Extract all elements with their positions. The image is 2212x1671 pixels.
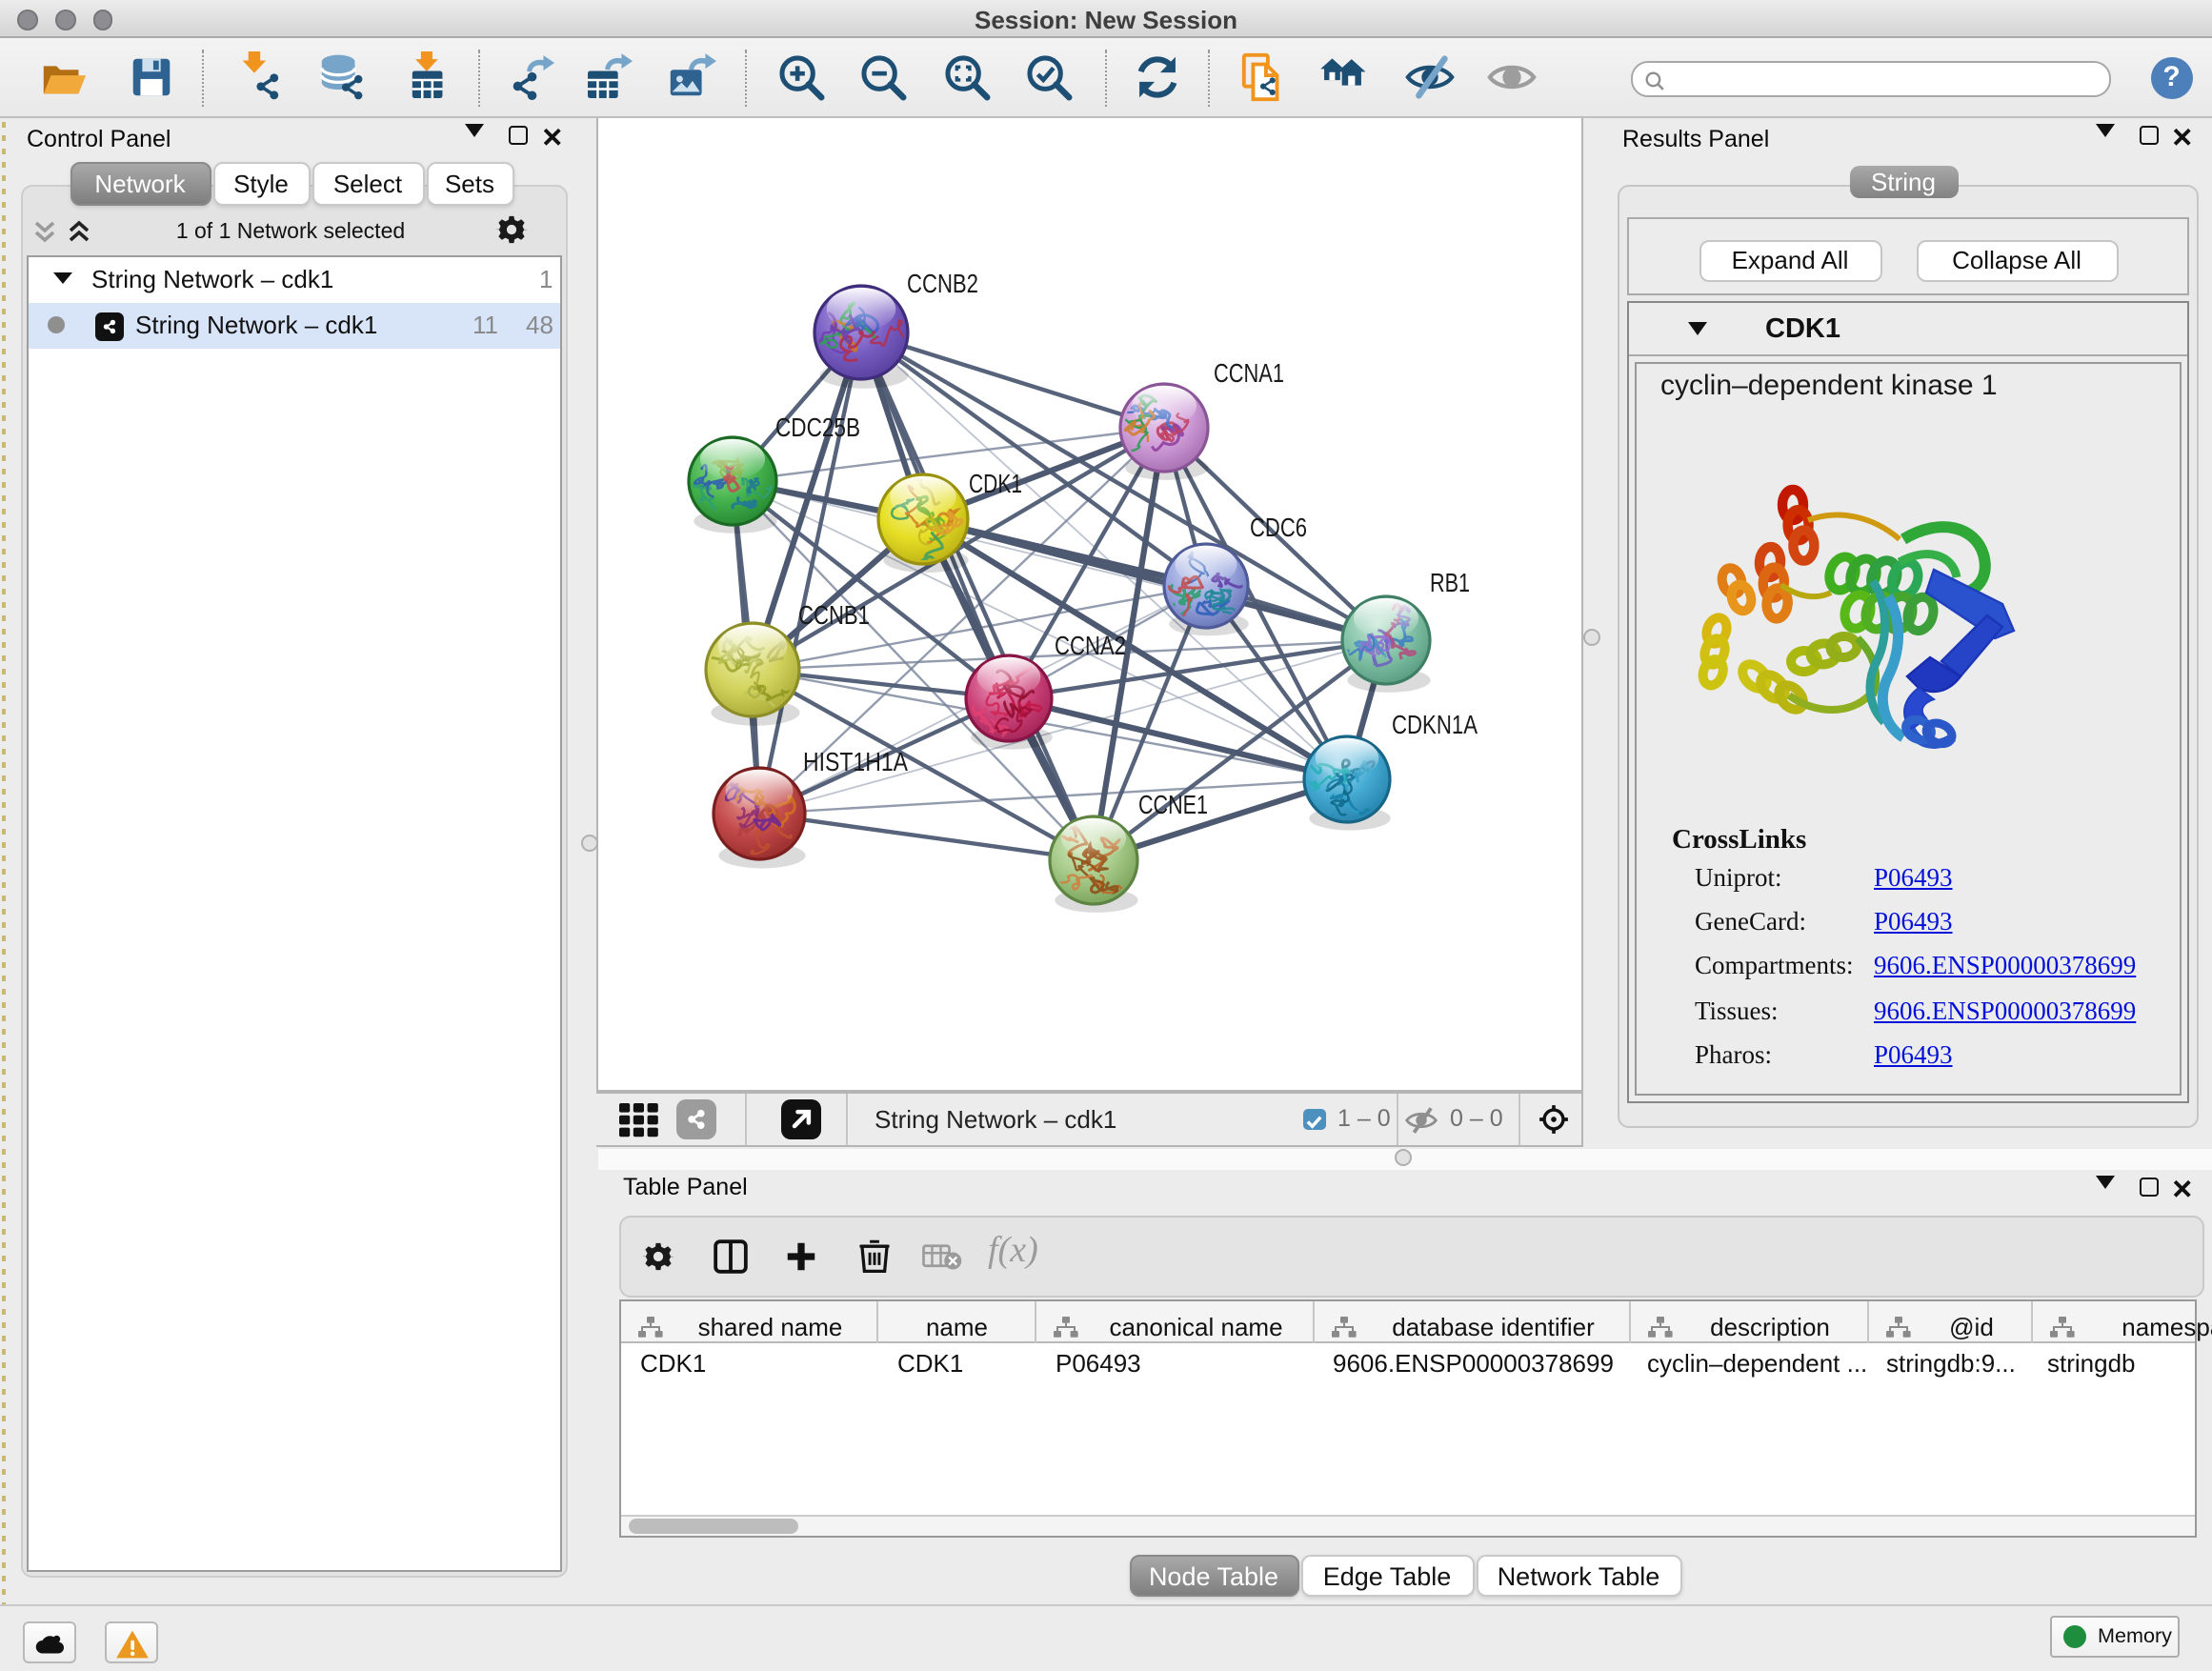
svg-text:CDK1: CDK1 [969,468,1022,497]
svg-text:CDC6: CDC6 [1250,512,1307,541]
svg-text:HIST1H1A: HIST1H1A [803,746,908,775]
svg-text:CCNE1: CCNE1 [1138,789,1208,818]
svg-text:CCNA1: CCNA1 [1214,357,1284,387]
svg-text:RB1: RB1 [1430,567,1470,596]
svg-text:CDKN1A: CDKN1A [1392,709,1478,738]
svg-text:CCNB1: CCNB1 [798,599,870,629]
svg-text:CCNA2: CCNA2 [1055,630,1126,659]
svg-text:CCNB2: CCNB2 [907,268,978,297]
svg-text:CDC25B: CDC25B [775,412,860,441]
